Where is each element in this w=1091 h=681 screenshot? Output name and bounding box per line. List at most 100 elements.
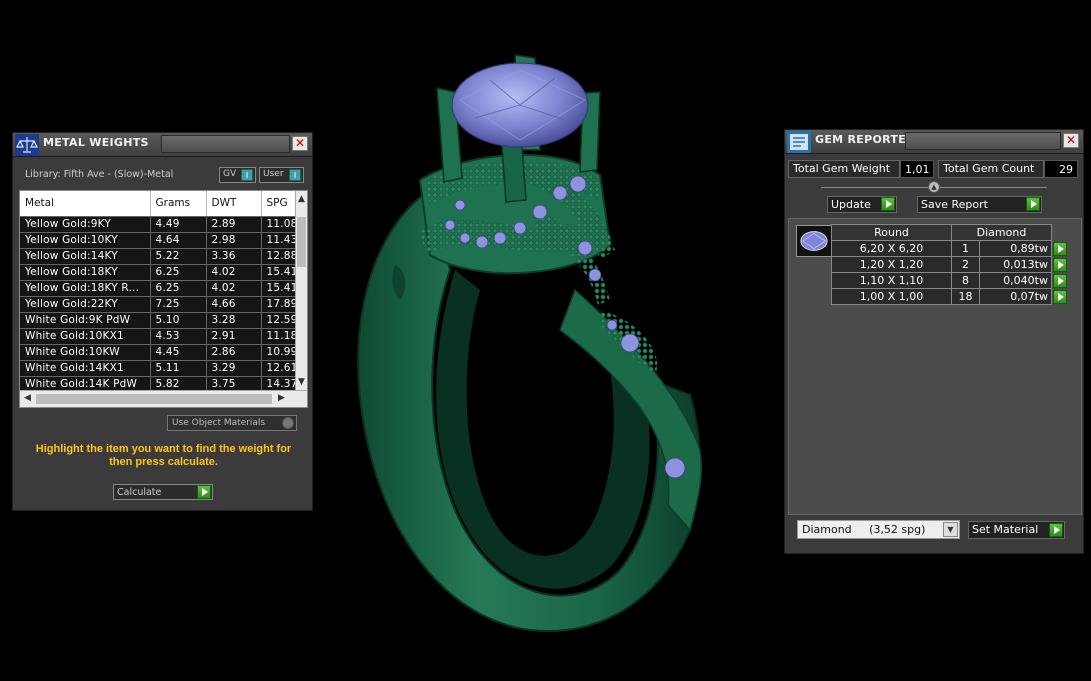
- chevron-down-icon[interactable]: ▼: [943, 522, 958, 537]
- table-row[interactable]: 1,20 X 1,20 2 0,013tw: [831, 256, 1068, 273]
- calculate-button[interactable]: Calculate: [113, 484, 213, 500]
- scroll-right-icon[interactable]: ▶: [278, 393, 285, 403]
- grams-cell: 4.64: [150, 232, 207, 249]
- dwt-cell: 4.66: [206, 296, 262, 313]
- use-object-materials-toggle[interactable]: Use Object Materials: [167, 415, 297, 431]
- table-row[interactable]: Yellow Gold:10KY 4.64 2.98 11.43: [20, 232, 307, 249]
- update-label: Update: [831, 198, 871, 211]
- grams-cell: 5.11: [150, 360, 207, 377]
- horizontal-scrollbar[interactable]: ◀ ▶: [20, 390, 307, 407]
- metal-cell: Yellow Gold:14KY: [20, 248, 151, 265]
- col-grams[interactable]: Grams: [150, 191, 207, 217]
- play-arrow-icon[interactable]: [1053, 241, 1067, 256]
- material-select[interactable]: Diamond (3,52 spg) ▼: [797, 520, 960, 539]
- ring-model[interactable]: [357, 54, 703, 632]
- grams-cell: 5.10: [150, 312, 207, 329]
- round-gem-icon[interactable]: [796, 225, 832, 257]
- table-row[interactable]: White Gold:10KX1 4.53 2.91 11.18: [20, 328, 307, 345]
- table-row[interactable]: Yellow Gold:18KY 6.25 4.02 15.41: [20, 264, 307, 281]
- scroll-up-icon[interactable]: ▲: [298, 194, 305, 204]
- table-row[interactable]: White Gold:10KW 4.45 2.86 10.99: [20, 344, 307, 361]
- save-report-button[interactable]: Save Report: [917, 196, 1042, 213]
- gem-reporter-panel: GEM REPORTER ✕ Total Gem Weight 1,01 Tot…: [784, 129, 1084, 554]
- play-arrow-icon[interactable]: [881, 197, 895, 211]
- play-arrow-icon[interactable]: [1053, 257, 1067, 272]
- metal-cell: Yellow Gold:9KY: [20, 216, 151, 233]
- gem-table-header: Round Diamond: [831, 224, 1068, 241]
- size-cell: 1,10 X 1,10: [831, 272, 952, 289]
- dwt-cell: 2.86: [206, 344, 262, 361]
- dwt-cell: 2.89: [206, 216, 262, 233]
- play-arrow-icon[interactable]: [1053, 289, 1068, 304]
- metal-cell: White Gold:9K PdW: [20, 312, 151, 329]
- table-row[interactable]: 6,20 X 6,20 1 0,89tw: [831, 240, 1068, 257]
- count-cell: 8: [951, 272, 980, 289]
- gem-reporter-title: GEM REPORTER: [815, 133, 915, 146]
- play-arrow-icon[interactable]: [197, 485, 211, 499]
- table-row[interactable]: Yellow Gold:22KY 7.25 4.66 17.89: [20, 296, 307, 313]
- save-report-label: Save Report: [921, 198, 988, 211]
- metal-table[interactable]: Metal Grams DWT SPG Yellow Gold:9KY 4.49 2…: [19, 190, 308, 408]
- toggle-icon: I: [289, 169, 301, 181]
- material-select-value: Diamond (3,52 spg): [802, 523, 926, 536]
- total-gem-weight-value: 1,01: [900, 160, 934, 178]
- gem-reporter-titlebar[interactable]: GEM REPORTER ✕: [785, 130, 1083, 154]
- dwt-cell: 3.28: [206, 312, 262, 329]
- play-arrow-icon[interactable]: [1053, 273, 1067, 288]
- gv-toggle[interactable]: GV I: [219, 167, 256, 183]
- dwt-cell: 2.91: [206, 328, 262, 345]
- table-row[interactable]: White Gold:14KX1 5.11 3.29 12.61: [20, 360, 307, 377]
- total-gem-count-label: Total Gem Count: [938, 160, 1044, 178]
- grams-cell: 6.25: [150, 280, 207, 297]
- gem-report-icon: [787, 131, 811, 153]
- scroll-thumb[interactable]: [297, 217, 306, 267]
- metal-weights-panel: METAL WEIGHTS ✕ Library: Fifth Ave - (Sl…: [12, 132, 313, 511]
- row-arrow-cell: [1052, 289, 1068, 305]
- scale-icon: [15, 134, 39, 156]
- set-material-label: Set Material: [972, 523, 1039, 536]
- dwt-cell: 4.02: [206, 264, 262, 281]
- play-arrow-icon[interactable]: [1026, 197, 1040, 211]
- set-material-button[interactable]: Set Material: [968, 521, 1065, 539]
- collapse-icon[interactable]: ▲: [928, 181, 940, 193]
- table-row[interactable]: Yellow Gold:14KY 5.22 3.36 12.88: [20, 248, 307, 265]
- scroll-thumb[interactable]: [36, 394, 272, 404]
- library-label: Library: Fifth Ave - (Slow)-Metal: [25, 169, 174, 180]
- total-gem-weight-label: Total Gem Weight: [788, 160, 900, 178]
- table-row[interactable]: White Gold:9K PdW 5.10 3.28 12.59: [20, 312, 307, 329]
- table-row[interactable]: Yellow Gold:18KY R... 6.25 4.02 15.41: [20, 280, 307, 297]
- count-cell: 2: [951, 256, 980, 273]
- total-gem-count-value: 29: [1044, 160, 1078, 178]
- metal-cell: White Gold:10KX1: [20, 328, 151, 345]
- weight-cell: 0,89tw: [979, 240, 1052, 257]
- gem-table[interactable]: Round Diamond 6,20 X 6,20 1 0,89tw 1,20 X 1…: [831, 224, 1068, 305]
- count-cell: 1: [951, 240, 980, 257]
- close-icon[interactable]: ✕: [1063, 133, 1079, 148]
- update-button[interactable]: Update: [827, 196, 897, 213]
- use-object-materials-label: Use Object Materials: [172, 418, 266, 428]
- grams-cell: 4.49: [150, 216, 207, 233]
- calculate-label: Calculate: [117, 487, 162, 498]
- vertical-scrollbar[interactable]: ▲ ▼: [295, 191, 307, 391]
- metal-weights-titlebar[interactable]: METAL WEIGHTS ✕: [13, 133, 312, 157]
- row-arrow-cell: [1052, 257, 1068, 273]
- col-dwt[interactable]: DWT: [206, 191, 262, 217]
- metal-table-header: Metal Grams DWT SPG: [20, 191, 307, 217]
- col-metal[interactable]: Metal: [20, 191, 151, 217]
- close-icon[interactable]: ✕: [292, 136, 308, 151]
- scroll-down-icon[interactable]: ▼: [298, 377, 305, 387]
- dwt-cell: 3.36: [206, 248, 262, 265]
- user-label: User: [263, 169, 284, 179]
- user-toggle[interactable]: User I: [259, 167, 304, 183]
- scroll-left-icon[interactable]: ◀: [24, 393, 31, 403]
- size-cell: 1,20 X 1,20: [831, 256, 952, 273]
- table-row[interactable]: 1,10 X 1,10 8 0,040tw: [831, 272, 1068, 289]
- table-row[interactable]: 1,00 X 1,00 18 0,07tw: [831, 288, 1068, 305]
- play-arrow-icon[interactable]: [1049, 523, 1063, 537]
- radio-icon: [282, 417, 294, 429]
- table-row[interactable]: Yellow Gold:9KY 4.49 2.89 11.08: [20, 216, 307, 233]
- col-material: Diamond: [951, 224, 1052, 241]
- dwt-cell: 2.98: [206, 232, 262, 249]
- titlebar-filler: [161, 135, 290, 153]
- grams-cell: 5.22: [150, 248, 207, 265]
